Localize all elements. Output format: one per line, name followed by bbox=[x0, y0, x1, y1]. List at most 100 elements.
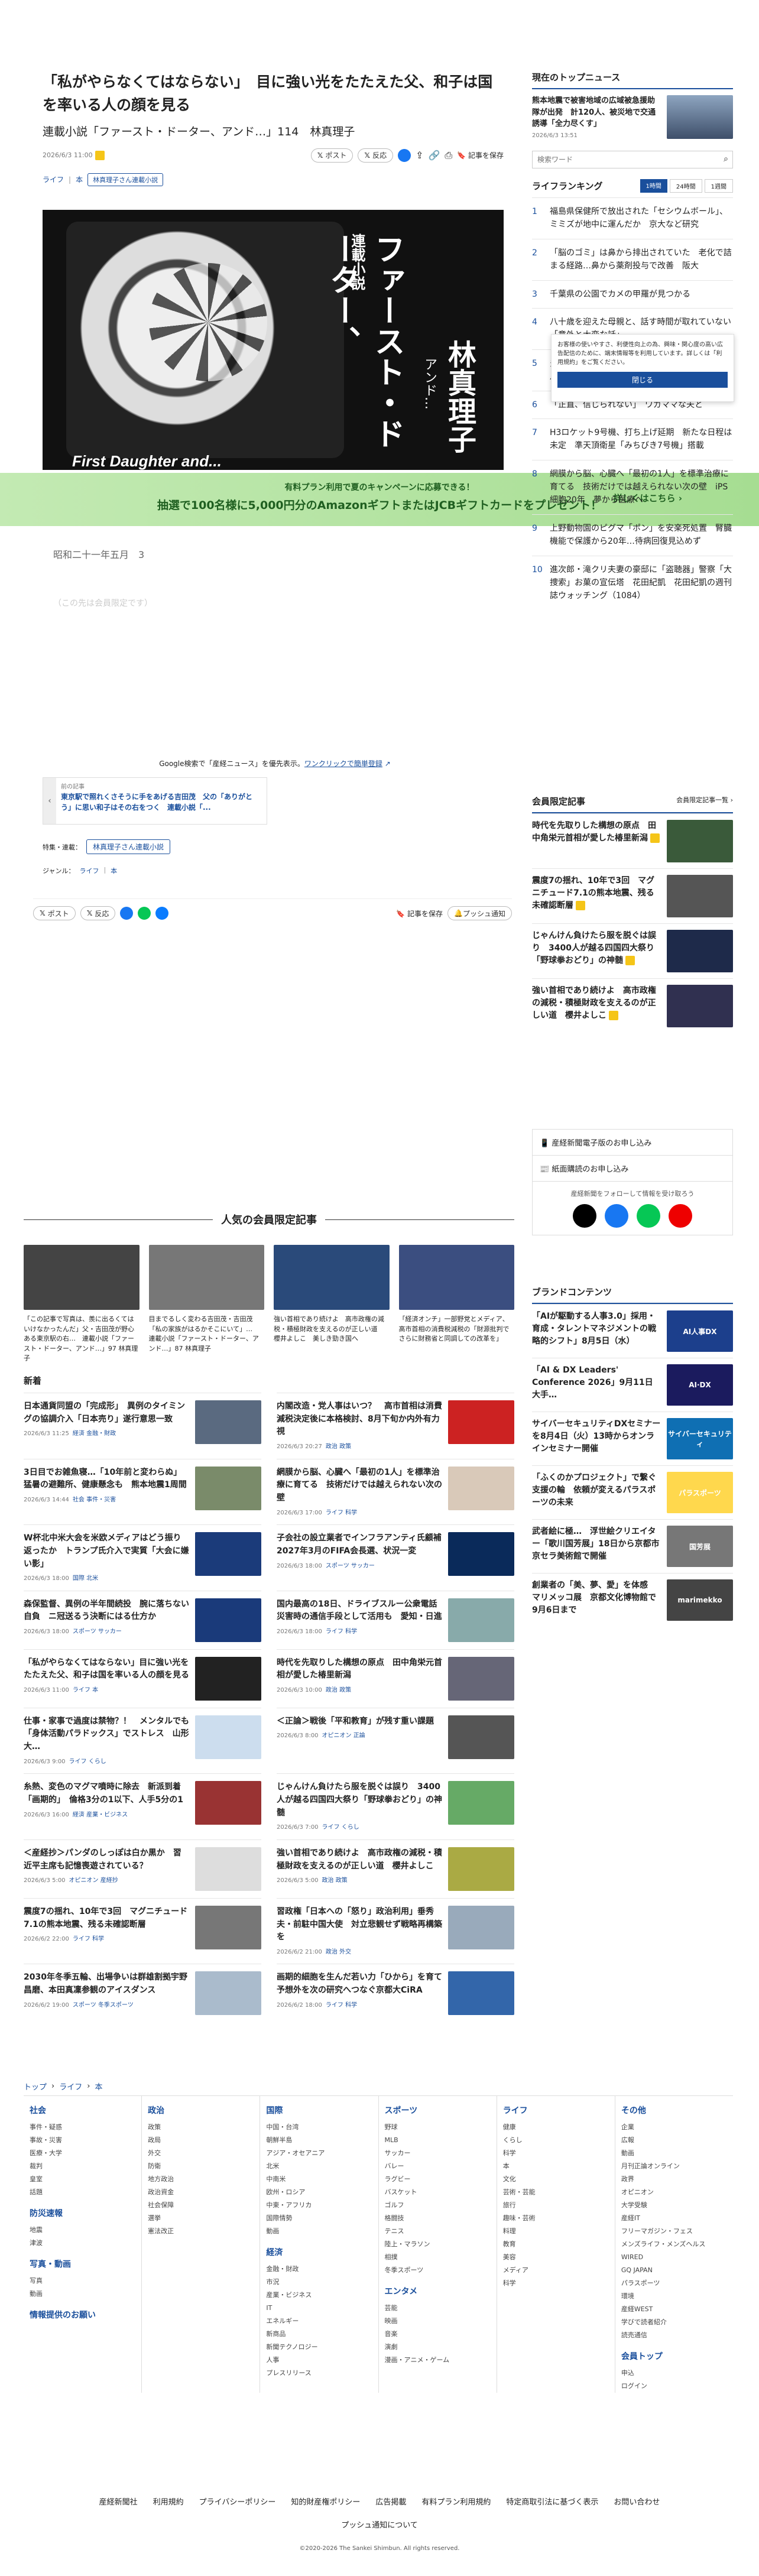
footer-link[interactable]: 市況 bbox=[266, 2276, 372, 2289]
footer-link[interactable]: WIRED bbox=[621, 2251, 727, 2264]
footer-sub-title[interactable]: エンタメ bbox=[385, 2285, 491, 2297]
footer-link[interactable]: 地震 bbox=[30, 2224, 135, 2237]
member-article-item[interactable]: 震度7の揺れ、10年で3回 マグニチュード7.1の熊本地震、残る未確認断層 bbox=[532, 868, 733, 923]
google-pref-link[interactable]: ワンクリックで簡単登録 bbox=[304, 760, 382, 768]
line-icon[interactable] bbox=[138, 907, 151, 920]
news-item-tags[interactable]: ライフ 科学 bbox=[326, 2002, 357, 2009]
footer-link[interactable]: 話題 bbox=[30, 2186, 135, 2199]
footer-sub-title[interactable]: 写真・動画 bbox=[30, 2258, 135, 2270]
news-item-tags[interactable]: 政治 外交 bbox=[326, 1949, 351, 1955]
news-item[interactable]: 子会社の設立業者でインフラアンティ氏顧補 2027年3月のFIFA会長選、状況一… bbox=[277, 1524, 514, 1591]
member-more-link[interactable]: 会員限定記事一覧 › bbox=[676, 795, 733, 807]
cookie-close-button[interactable]: 閉じる bbox=[557, 372, 728, 388]
footer-link[interactable]: 芸能 bbox=[385, 2302, 491, 2315]
ranking-item[interactable]: 1 福島県保健所で放出された「セシウムボール」、ミミズが地中に運んだか 京大など研… bbox=[532, 197, 733, 239]
footer-link[interactable]: 社会保障 bbox=[148, 2199, 254, 2212]
footer-link[interactable]: 野球 bbox=[385, 2121, 491, 2134]
footer-link[interactable]: 憲法改正 bbox=[148, 2225, 254, 2238]
news-item-tags[interactable]: ライフ くらし bbox=[69, 1759, 106, 1765]
footer-sub-title[interactable]: 会員トップ bbox=[621, 2350, 727, 2362]
bottom-x-post-button[interactable]: 𝕏 ポスト bbox=[33, 906, 76, 920]
follow-facebook-icon[interactable] bbox=[605, 1204, 628, 1228]
footer-link[interactable]: テニス bbox=[385, 2225, 491, 2238]
footer-link[interactable]: 映画 bbox=[385, 2315, 491, 2328]
footer-link[interactable]: プレスリリース bbox=[266, 2367, 372, 2380]
save-article-button[interactable]: 🔖 記事を保存 bbox=[457, 150, 504, 160]
news-item[interactable]: ＜産経抄＞パンダのしっぽは白か黒か 習近平主席も記憶喪遊されている？ 2026/6… bbox=[24, 1839, 261, 1898]
footer-link[interactable]: 産経IT bbox=[621, 2212, 727, 2225]
footer-link[interactable]: 旅行 bbox=[503, 2199, 609, 2212]
popular-article-card[interactable]: 目までるしく変わる吉田茂・吉田茂「私の家族がはるかそこにいて」… 連載小説「ファ… bbox=[148, 1245, 264, 1364]
news-item[interactable]: W杯北中米大会を米欧メディアはどう振り返ったか トランプ氏介入で実質「大会に嫌い… bbox=[24, 1524, 261, 1591]
news-item-tags[interactable]: スポーツ サッカー bbox=[73, 1628, 122, 1635]
footer-link[interactable]: くらし bbox=[503, 2134, 609, 2147]
footer-link[interactable]: 人事 bbox=[266, 2354, 372, 2367]
footer-link[interactable]: ゴルフ bbox=[385, 2199, 491, 2212]
ranking-tab-1w[interactable]: 1週間 bbox=[704, 179, 733, 193]
breadcrumb-top[interactable]: トップ bbox=[24, 2081, 47, 2092]
footer-link[interactable]: 金融・財政 bbox=[266, 2263, 372, 2276]
footer-sub-title[interactable]: 情報提供のお願い bbox=[30, 2309, 135, 2321]
footer-bottom-link[interactable]: 産経新聞社 bbox=[99, 2496, 138, 2507]
footer-link[interactable]: 料理 bbox=[503, 2225, 609, 2238]
footer-sub-title[interactable]: 経済 bbox=[266, 2246, 372, 2258]
footer-link[interactable]: 大学受験 bbox=[621, 2199, 727, 2212]
prev-article-card[interactable]: ‹ 前の記事 東京駅で照れくさそうに手をあげる吉田茂 父の「ありがとう」に思い和… bbox=[43, 777, 267, 825]
footer-link[interactable]: 陸上・マラソン bbox=[385, 2238, 491, 2251]
footer-link[interactable]: 趣味・芸術 bbox=[503, 2212, 609, 2225]
popular-article-card[interactable]: 「この記事で写真は、羨に出るくてはいけなかったんだ」父・吉田茂が野心ある東京駅の… bbox=[24, 1245, 140, 1364]
ranking-item[interactable]: 3 千葉県の公園でカメの甲羅が見つかる bbox=[532, 280, 733, 308]
footer-link[interactable]: 本 bbox=[503, 2160, 609, 2173]
member-article-item[interactable]: じゃんけん負けたら服を脱ぐは誤り 3400人が越る四国四大祭り「野球拳おどり」の… bbox=[532, 923, 733, 978]
footer-link[interactable]: 中東・アフリカ bbox=[266, 2199, 372, 2212]
news-item-tags[interactable]: オピニオン 正論 bbox=[322, 1733, 365, 1739]
news-item[interactable]: 2030年冬季五輪、出場争いは群雄割拠宇野昌磨、本田真凜参観のアイスダンス 202… bbox=[24, 1964, 261, 2022]
bluesky-icon[interactable] bbox=[155, 907, 169, 920]
footer-link[interactable]: 中国・台湾 bbox=[266, 2121, 372, 2134]
ranking-item[interactable]: 10 進次郎・滝クリ夫妻の豪邸に「盗聴器」警察「大捜索」お菓の宣伝塔 花田紀凱 花… bbox=[532, 555, 733, 610]
news-item[interactable]: 強い首相であり続けよ 高市政権の減税・積極財政を支えるのが正しい道 櫻井よしこ 2… bbox=[277, 1839, 514, 1898]
ranking-item[interactable]: 7 H3ロケット9号機、打ち上げ延期 新たな日程は未定 準天頂衛星「みちびき7号機… bbox=[532, 418, 733, 460]
footer-link[interactable]: 漫画・アニメ・ゲーム bbox=[385, 2354, 491, 2367]
ranking-item[interactable]: 2 「脳のゴミ」は鼻から排出されていた 老化で詰まる経路…鼻から薬剤投与で改善 阪… bbox=[532, 238, 733, 280]
footer-push-link[interactable]: プッシュ通知について bbox=[0, 2519, 759, 2530]
footer-link[interactable]: 政治資金 bbox=[148, 2186, 254, 2199]
news-item[interactable]: 震度7の揺れ、10年で3回 マグニチュード7.1の熊本地震、残る未確認断層 202… bbox=[24, 1897, 261, 1964]
footer-link[interactable]: 企業 bbox=[621, 2121, 727, 2134]
footer-link[interactable]: エネルギー bbox=[266, 2315, 372, 2328]
news-item-tags[interactable]: オピニオン 産経抄 bbox=[69, 1877, 118, 1884]
x-post-button[interactable]: 𝕏 ポスト bbox=[310, 148, 353, 163]
footer-bottom-link[interactable]: プライバシーポリシー bbox=[199, 2496, 276, 2507]
footer-link[interactable]: 学びで読者紹介 bbox=[621, 2316, 727, 2329]
search-icon[interactable]: ⌕ bbox=[724, 154, 728, 164]
footer-column-title[interactable]: 社会 bbox=[30, 2104, 135, 2116]
paper-signup[interactable]: 📰 紙面購読のお申し込み bbox=[532, 1156, 733, 1182]
footer-column-title[interactable]: その他 bbox=[621, 2104, 727, 2116]
news-item[interactable]: 日本通貨同盟の「完成形」 異例のタイミングの協調介入「日本売り」遂行意思一致 20… bbox=[24, 1393, 261, 1459]
reaction-button[interactable]: 𝕏 反応 bbox=[358, 148, 394, 163]
footer-link[interactable]: 国際情勢 bbox=[266, 2212, 372, 2225]
footer-link[interactable]: 北米 bbox=[266, 2160, 372, 2173]
footer-link[interactable]: 健康 bbox=[503, 2121, 609, 2134]
news-item[interactable]: 「私がやらなくてはならない」目に強い光をたたえた父、和子は国を率いる人の顔を見る… bbox=[24, 1649, 261, 1708]
footer-link[interactable]: 中南米 bbox=[266, 2173, 372, 2186]
feature-tag[interactable]: 林真理子さん連載小説 bbox=[86, 839, 171, 854]
news-item-tags[interactable]: 国際 北米 bbox=[73, 1575, 98, 1582]
news-item-tags[interactable]: 経済 金融・財政 bbox=[73, 1430, 116, 1437]
facebook-icon[interactable] bbox=[398, 148, 411, 162]
footer-link[interactable]: バスケット bbox=[385, 2186, 491, 2199]
footer-link[interactable]: 動画 bbox=[30, 2288, 135, 2301]
news-item-tags[interactable]: ライフ くらし bbox=[322, 1824, 359, 1831]
footer-link[interactable]: 外交 bbox=[148, 2147, 254, 2160]
popular-article-card[interactable]: 「経済オンチ」一部野党とメディア、高市首相の消費税減税の「財源批判でさらに財務省… bbox=[398, 1245, 514, 1364]
news-item-tags[interactable]: 社会 事件・災害 bbox=[73, 1497, 116, 1503]
ranking-item[interactable]: 9 上野動物園のピグマ「ポン」を安楽死処置 腎臓機能で保護から20年…待病回復見込… bbox=[532, 514, 733, 556]
footer-link[interactable]: IT bbox=[266, 2302, 372, 2315]
news-item-tags[interactable]: 政治 政策 bbox=[326, 1687, 351, 1693]
footer-link[interactable]: サッカー bbox=[385, 2147, 491, 2160]
footer-link[interactable]: 朝鮮半島 bbox=[266, 2134, 372, 2147]
news-item-tags[interactable]: 政治 政策 bbox=[322, 1877, 348, 1884]
member-article-item[interactable]: 強い首相であり続けよ 高市政権の減税・積極財政を支えるのが正しい道 櫻井よしこ bbox=[532, 978, 733, 1033]
footer-link[interactable]: 音楽 bbox=[385, 2328, 491, 2341]
footer-link[interactable]: 美容 bbox=[503, 2251, 609, 2264]
